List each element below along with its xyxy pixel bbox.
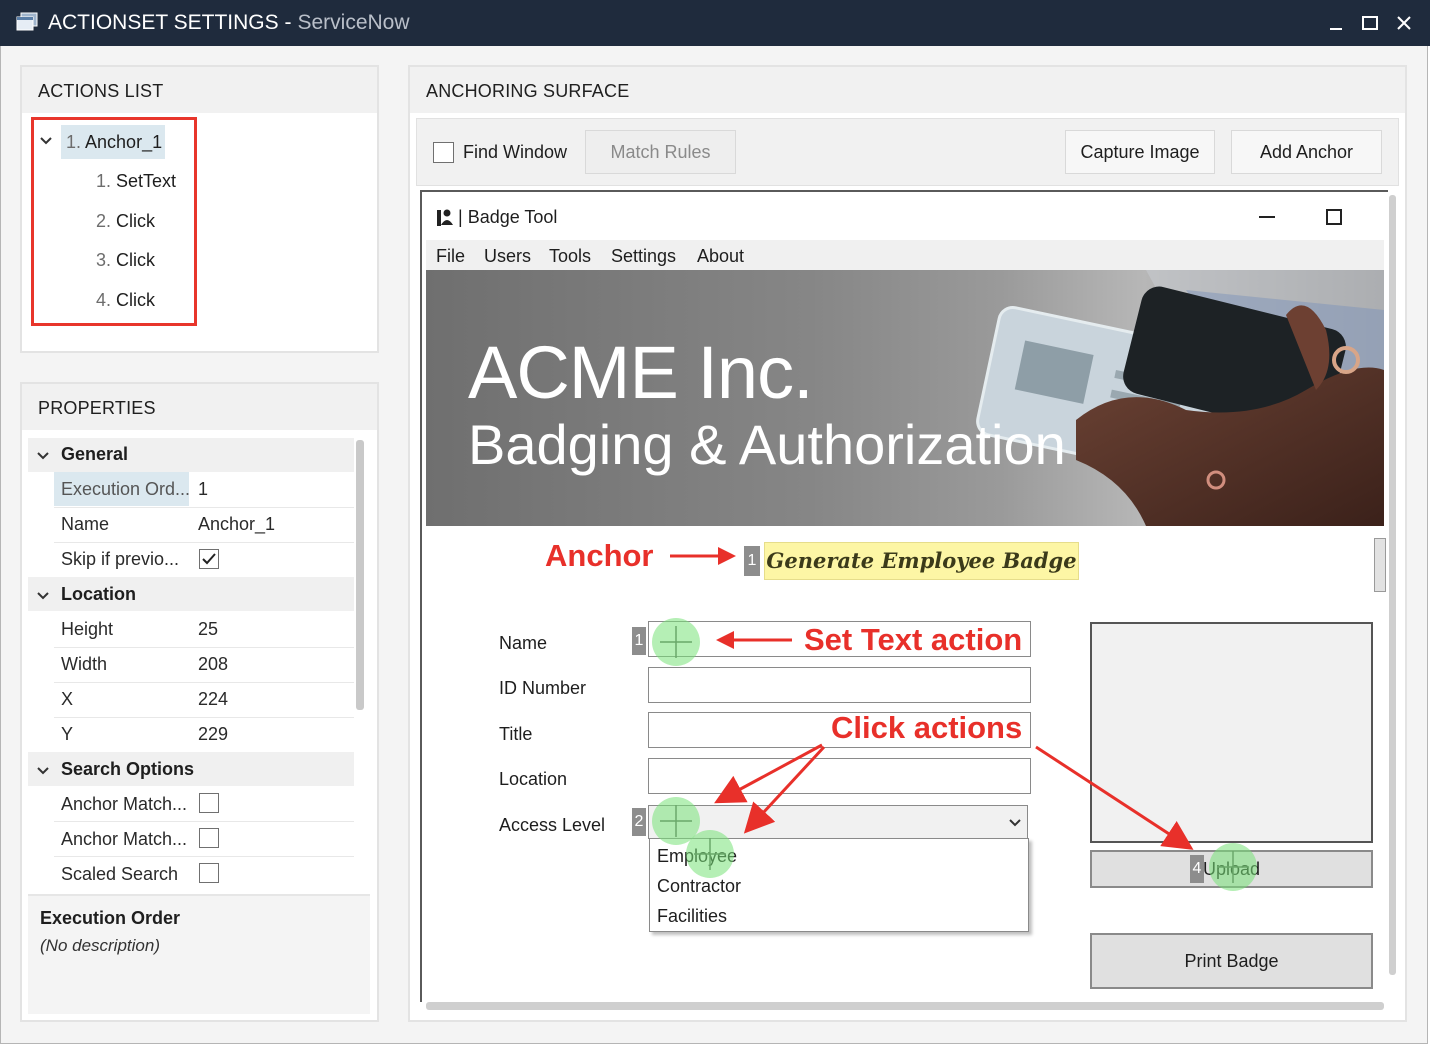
label-access-level: Access Level <box>499 815 606 835</box>
option-facilities[interactable]: Facilities <box>657 906 727 927</box>
properties-header: PROPERTIES <box>22 384 377 430</box>
anchor-annotation: Anchor <box>545 538 654 573</box>
chevron-down-icon[interactable] <box>36 449 50 464</box>
menu-about[interactable]: About <box>697 246 744 267</box>
match-rules-button[interactable]: Match Rules <box>585 130 736 174</box>
print-badge-button[interactable]: Print Badge <box>1090 933 1373 989</box>
skip-if-previous-checkbox[interactable] <box>199 549 219 569</box>
badge-tool-title: | Badge Tool <box>458 207 558 227</box>
prop-key-anchor-match-2[interactable]: Anchor Match... <box>61 829 187 850</box>
menu-tools[interactable]: Tools <box>549 246 591 267</box>
badge-vertical-scroll-thumb[interactable] <box>1374 538 1386 592</box>
row-divider <box>54 821 354 822</box>
description-text: (No description) <box>40 936 160 955</box>
scaled-search-checkbox[interactable] <box>199 863 219 883</box>
surface-vertical-scrollbar[interactable] <box>1389 195 1396 975</box>
anchor-match-checkbox-2[interactable] <box>199 828 219 848</box>
menu-file[interactable]: File <box>436 246 465 267</box>
name-index-tag: 1 <box>632 627 646 655</box>
row-divider <box>54 856 354 857</box>
prop-value-x[interactable]: 224 <box>198 689 228 710</box>
prop-key-skip-if-previous[interactable]: Skip if previo... <box>61 549 179 570</box>
anchoring-surface-header: ANCHORING SURFACE <box>410 67 1405 113</box>
properties-title: PROPERTIES <box>38 398 156 418</box>
generate-employee-badge-label[interactable]: Generate Employee Badge <box>764 542 1079 580</box>
crosshair-marker-icon <box>652 618 700 666</box>
prop-key-scaled-search[interactable]: Scaled Search <box>61 864 178 885</box>
maximize-button[interactable] <box>1359 12 1381 34</box>
label-id-number: ID Number <box>499 678 587 698</box>
window-stack-icon <box>16 12 38 32</box>
anchor-match-checkbox-1[interactable] <box>199 793 219 813</box>
actions-list-title: ACTIONS LIST <box>38 81 164 101</box>
banner-title: ACME Inc. <box>468 331 814 414</box>
menu-users[interactable]: Users <box>484 246 531 267</box>
id-number-input[interactable] <box>648 667 1031 703</box>
upload-index-tag: 4 <box>1190 855 1204 883</box>
row-divider <box>54 717 354 718</box>
surface-horizontal-scrollbar[interactable] <box>426 1002 1384 1010</box>
prop-key-y[interactable]: Y <box>61 724 73 745</box>
prop-value-name[interactable]: Anchor_1 <box>198 514 275 535</box>
category-general[interactable]: General <box>61 444 128 465</box>
annotation-arrows <box>714 743 1194 850</box>
arrow-left-icon <box>716 631 792 649</box>
category-search-options[interactable]: Search Options <box>61 759 194 780</box>
option-contractor[interactable]: Contractor <box>657 876 741 897</box>
badge-minimize-icon[interactable] <box>1258 208 1276 231</box>
access-index-tag: 2 <box>632 808 646 836</box>
find-window-checkbox[interactable] <box>433 142 454 163</box>
chevron-down-icon[interactable] <box>36 589 50 604</box>
prop-key-height[interactable]: Height <box>61 619 113 640</box>
find-window-label[interactable]: Find Window <box>463 142 567 163</box>
close-button[interactable] <box>1393 12 1415 34</box>
minimize-button[interactable] <box>1325 12 1347 34</box>
window-title: ACTIONSET SETTINGS - ServiceNow <box>48 11 410 34</box>
category-location[interactable]: Location <box>61 584 136 605</box>
badge-person-icon <box>436 206 454 228</box>
set-text-annotation: Set Text action <box>804 622 1023 657</box>
properties-scrollbar[interactable] <box>356 440 364 710</box>
label-title: Title <box>499 724 533 744</box>
prop-key-x[interactable]: X <box>61 689 73 710</box>
row-divider <box>54 507 354 508</box>
prop-value-execution-order[interactable]: 1 <box>198 479 208 500</box>
prop-key-width[interactable]: Width <box>61 654 107 675</box>
arrow-right-icon <box>670 547 736 565</box>
prop-key-execution-order[interactable]: Execution Ord... <box>61 479 190 500</box>
checkmark-icon <box>202 553 216 565</box>
capture-image-button[interactable]: Capture Image <box>1065 130 1215 174</box>
row-divider <box>54 682 354 683</box>
menu-settings[interactable]: Settings <box>611 246 676 267</box>
label-location: Location <box>499 769 568 789</box>
add-anchor-button[interactable]: Add Anchor <box>1231 130 1382 174</box>
highlight-box <box>31 117 197 326</box>
label-name: Name <box>499 633 548 653</box>
actions-list-header: ACTIONS LIST <box>22 67 377 113</box>
row-divider <box>54 647 354 648</box>
prop-value-width[interactable]: 208 <box>198 654 228 675</box>
prop-key-name[interactable]: Name <box>61 514 109 535</box>
description-title: Execution Order <box>40 908 181 928</box>
prop-key-anchor-match-1[interactable]: Anchor Match... <box>61 794 187 815</box>
prop-value-height[interactable]: 25 <box>198 619 218 640</box>
row-divider <box>54 542 354 543</box>
anchoring-surface-title: ANCHORING SURFACE <box>426 81 630 101</box>
badge-maximize-icon[interactable] <box>1325 208 1343 231</box>
chevron-down-icon[interactable] <box>36 764 50 779</box>
banner-subtitle: Badging & Authorization <box>468 413 1066 476</box>
anchor-index-tag: 1 <box>744 546 760 576</box>
prop-value-y[interactable]: 229 <box>198 724 228 745</box>
